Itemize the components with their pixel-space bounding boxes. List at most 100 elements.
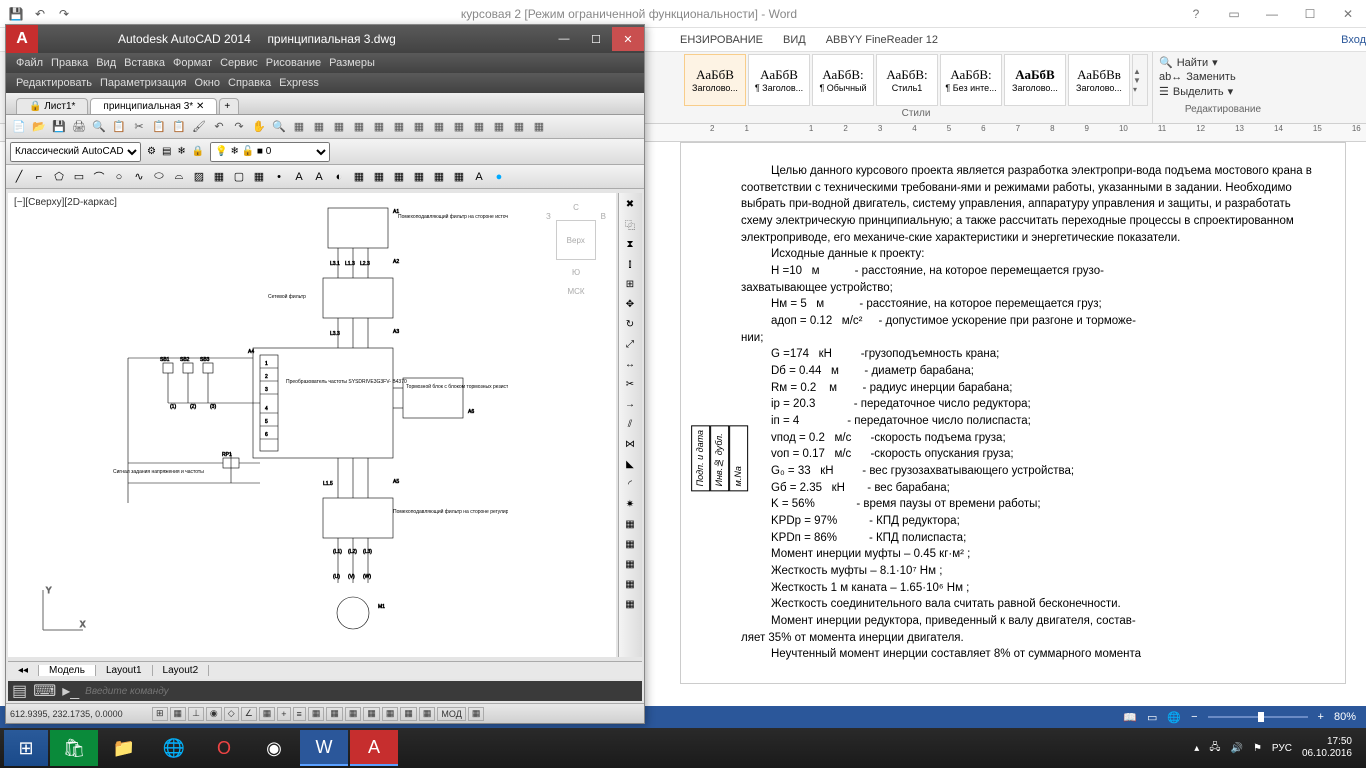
toolbar-icon[interactable]: ▦ — [470, 118, 488, 136]
tray-lang[interactable]: РУС — [1272, 743, 1292, 754]
menu-item[interactable]: Сервис — [220, 57, 258, 69]
style-item[interactable]: АаБбВ:¶ Обычный — [812, 54, 874, 106]
toolbar-icon[interactable]: ▦ — [370, 118, 388, 136]
ucs-icon[interactable]: YX — [38, 585, 88, 637]
file-tab[interactable]: принципиальная 3* ✕ — [90, 98, 217, 114]
ellipse-arc-icon[interactable]: ⌓ — [170, 168, 188, 186]
rotate-icon[interactable]: ↻ — [621, 315, 639, 333]
toolbar-icon[interactable]: ▦ — [370, 168, 388, 186]
rect-icon[interactable]: ▭ — [70, 168, 88, 186]
style-item[interactable]: АаБбВЗаголово... — [1004, 54, 1066, 106]
point-icon[interactable]: • — [270, 168, 288, 186]
signin-link[interactable]: Вход — [1341, 34, 1366, 46]
toolbar-icon[interactable]: ▦ — [621, 535, 639, 553]
undo-icon[interactable]: ↶ — [32, 6, 48, 22]
copy-icon[interactable]: ⿻ — [621, 215, 639, 233]
zoom-icon[interactable]: 🔍 — [270, 118, 288, 136]
styles-expand-icon[interactable]: ▲▼▾ — [1132, 54, 1148, 106]
qp-icon[interactable]: ▦ — [326, 707, 343, 721]
table-icon[interactable]: ▦ — [250, 168, 268, 186]
save-icon[interactable]: 💾 — [8, 6, 24, 22]
region-icon[interactable]: ▢ — [230, 168, 248, 186]
toolbar-icon[interactable]: ▦ — [621, 575, 639, 593]
view-web-icon[interactable]: 🌐 — [1167, 711, 1181, 724]
taskbar-store-icon[interactable]: 🛍 — [50, 730, 98, 766]
taskbar-chrome-icon[interactable]: ◉ — [250, 730, 298, 766]
layout-nav-icon[interactable]: ◂◂ — [8, 665, 39, 676]
erase-icon[interactable]: ✖ — [621, 195, 639, 213]
toolbar-icon[interactable]: ▦ — [450, 118, 468, 136]
match-icon[interactable]: 🖌 — [190, 118, 208, 136]
style-item[interactable]: АаБбВ:Стиль1 — [876, 54, 938, 106]
am-icon[interactable]: ▦ — [363, 707, 380, 721]
style-item[interactable]: АаБбВ¶ Заголов... — [748, 54, 810, 106]
toolbar-icon[interactable]: ▦ — [410, 118, 428, 136]
toolbar-icon[interactable]: ▦ — [621, 595, 639, 613]
polar-icon[interactable]: ◉ — [206, 707, 222, 721]
fillet-icon[interactable]: ◜ — [621, 475, 639, 493]
start-button[interactable]: ⊞ — [4, 730, 48, 766]
help-icon[interactable]: ? — [1178, 2, 1214, 26]
osnap-icon[interactable]: ◇ — [224, 707, 239, 721]
toolbar-icon[interactable]: ● — [490, 168, 508, 186]
file-tab[interactable]: 🔒 Лист1* — [16, 98, 88, 114]
maximize-icon[interactable]: ☐ — [580, 27, 612, 51]
style-item[interactable]: АаБбВ:¶ Без инте... — [940, 54, 1002, 106]
menu-item[interactable]: Рисование — [266, 57, 321, 69]
ribbon-tab[interactable]: ВИД — [783, 34, 806, 46]
tray-up-icon[interactable]: ▴ — [1194, 743, 1199, 754]
toolbar-icon[interactable]: ▦ — [390, 118, 408, 136]
cmd-history-icon[interactable]: ▤ — [12, 681, 27, 701]
ortho-icon[interactable]: ⊥ — [188, 707, 204, 721]
minimize-icon[interactable]: — — [548, 27, 580, 51]
plot-icon[interactable]: 📋 — [110, 118, 128, 136]
menu-item[interactable]: Размеры — [329, 57, 375, 69]
tray-clock[interactable]: 17:50 06.10.2016 — [1302, 736, 1352, 760]
menu-item[interactable]: Справка — [228, 77, 271, 89]
view-print-icon[interactable]: ▭ — [1147, 711, 1157, 724]
workspace-select[interactable]: Классический AutoCAD — [10, 142, 141, 162]
offset-icon[interactable]: ⫾ — [621, 255, 639, 273]
menu-item[interactable]: Вид — [96, 57, 116, 69]
acad-canvas[interactable]: [−][Сверху][2D-каркас] С ЗВерхВ Ю МСК A1… — [8, 193, 616, 657]
taskbar-word-icon[interactable]: W — [300, 730, 348, 766]
hatch-icon[interactable]: ▨ — [190, 168, 208, 186]
ducs-icon[interactable]: ▦ — [259, 707, 276, 721]
status-btn[interactable]: ▦ — [382, 707, 399, 721]
zoom-slider[interactable] — [1208, 716, 1308, 718]
layer-icon[interactable]: ▤ — [162, 146, 171, 157]
toolbar-icon[interactable]: ▦ — [510, 118, 528, 136]
toolbar-icon[interactable]: ▦ — [410, 168, 428, 186]
replace-button[interactable]: ab↔ Заменить — [1159, 71, 1287, 83]
close-icon[interactable]: ✕ — [612, 27, 644, 51]
redo-icon[interactable]: ↷ — [56, 6, 72, 22]
zoom-value[interactable]: 80% — [1334, 711, 1356, 723]
mirror-icon[interactable]: ⧗ — [621, 235, 639, 253]
menu-item[interactable]: Express — [279, 77, 319, 89]
join-icon[interactable]: ⋈ — [621, 435, 639, 453]
status-btn[interactable]: ▦ — [419, 707, 436, 721]
style-item[interactable]: АаБбВвЗаголово... — [1068, 54, 1130, 106]
polyline-icon[interactable]: ⌐ — [30, 168, 48, 186]
maximize-icon[interactable]: ☐ — [1292, 2, 1328, 26]
ribbon-tab[interactable]: ЕНЗИРОВАНИЕ — [680, 34, 763, 46]
taskbar-ie-icon[interactable]: 🌐 — [150, 730, 198, 766]
menu-item[interactable]: Параметризация — [100, 77, 186, 89]
save-icon[interactable]: 💾 — [50, 118, 68, 136]
freeze-icon[interactable]: ❄ — [177, 146, 185, 157]
zoom-out-icon[interactable]: − — [1191, 711, 1197, 723]
pan-icon[interactable]: ✋ — [250, 118, 268, 136]
print-icon[interactable]: 🖨 — [70, 118, 88, 136]
menu-item[interactable]: Формат — [173, 57, 212, 69]
style-item[interactable]: АаБбВЗаголово... — [684, 54, 746, 106]
move-icon[interactable]: ✥ — [621, 295, 639, 313]
status-btn[interactable]: ▦ — [468, 707, 485, 721]
scale-icon[interactable]: ⤢ — [621, 335, 639, 353]
circle-icon[interactable]: ○ — [110, 168, 128, 186]
layout-tab[interactable]: Layout1 — [96, 665, 153, 676]
menu-item[interactable]: Редактировать — [16, 77, 92, 89]
view-label[interactable]: [−][Сверху][2D-каркас] — [14, 197, 117, 208]
toolbar-icon[interactable]: ▦ — [450, 168, 468, 186]
zoom-in-icon[interactable]: + — [1318, 711, 1324, 723]
toolbar-icon[interactable]: ▦ — [350, 168, 368, 186]
